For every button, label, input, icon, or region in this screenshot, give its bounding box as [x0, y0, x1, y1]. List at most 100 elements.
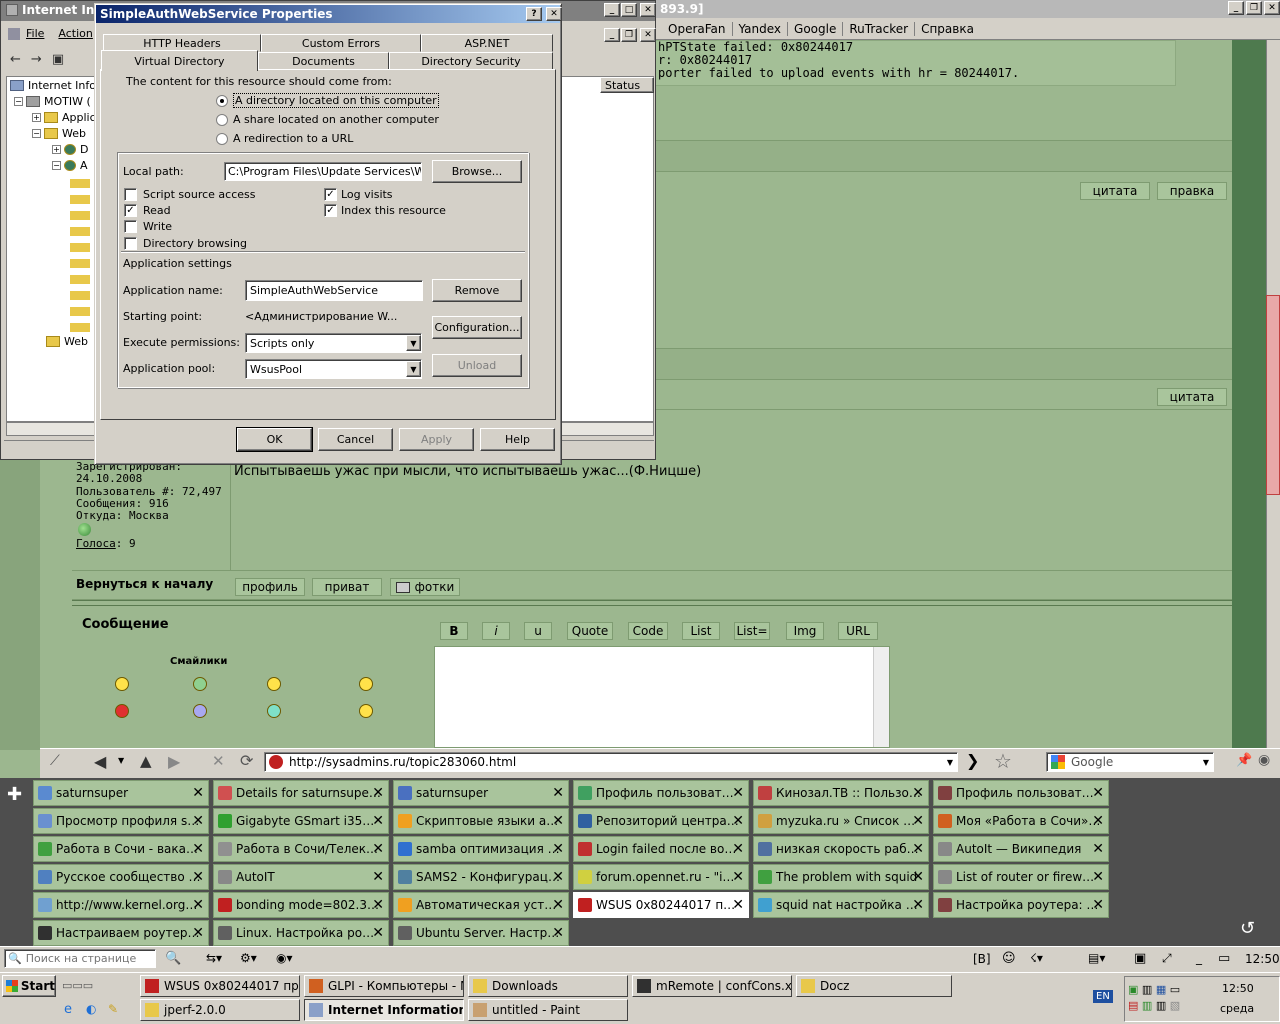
- dialog-help-button[interactable]: ?: [526, 7, 542, 21]
- ordered-list-button[interactable]: List=: [734, 622, 770, 640]
- tab-close-icon[interactable]: ✕: [192, 897, 204, 913]
- search-dropdown-icon[interactable]: ▼: [1203, 758, 1209, 767]
- tab-close-icon[interactable]: ✕: [552, 897, 564, 913]
- settings-icon[interactable]: ◉▾: [276, 951, 293, 965]
- browser-tab[interactable]: Details for saturnsuper -... ✕: [213, 780, 389, 806]
- browser-tab[interactable]: AutoIt — Википедия ✕: [933, 836, 1109, 862]
- history-dropdown-icon[interactable]: ▼: [118, 756, 124, 765]
- radio-redirect[interactable]: A redirection to a URL: [216, 132, 353, 145]
- wand-icon[interactable]: ⟋: [50, 753, 66, 769]
- collapse-icon[interactable]: −: [14, 96, 23, 106]
- tray-icon[interactable]: ▥: [1156, 999, 1166, 1012]
- app-pool-select[interactable]: WsusPool ▼: [245, 359, 422, 379]
- tab-close-icon[interactable]: ✕: [732, 813, 744, 829]
- img-tag-button[interactable]: Img: [786, 622, 824, 640]
- tree-app-pools[interactable]: + Applic: [32, 109, 96, 125]
- browser-tab[interactable]: Скриптовые языки адм... ✕: [393, 808, 569, 834]
- pin-icon[interactable]: 📌: [1236, 753, 1252, 768]
- iis-back-icon[interactable]: ←: [10, 52, 21, 67]
- taskbar-clock[interactable]: 12:50: [1222, 982, 1254, 995]
- find-search-icon[interactable]: 🔍: [165, 951, 181, 966]
- checkbox[interactable]: ✓: [124, 203, 137, 217]
- checkbox[interactable]: [124, 236, 137, 250]
- scrollbar-thumb[interactable]: [1266, 295, 1280, 495]
- tab-close-icon[interactable]: ✕: [372, 841, 384, 857]
- iis-close-button[interactable]: ✕: [640, 3, 656, 17]
- browser-tab[interactable]: Linux. Настройка роуте... ✕: [213, 920, 389, 946]
- unload-button[interactable]: Unload: [432, 354, 522, 377]
- browser-tab[interactable]: Gigabyte GSmart i350 - ... ✕: [213, 808, 389, 834]
- tab-close-icon[interactable]: ✕: [732, 869, 744, 885]
- tab-close-icon[interactable]: ✕: [912, 785, 924, 801]
- tab-documents[interactable]: Documents: [258, 52, 389, 70]
- sync-icon[interactable]: ⇆▾: [206, 951, 222, 965]
- tab-close-icon[interactable]: ✕: [372, 785, 384, 801]
- tab-close-icon[interactable]: ✕: [552, 925, 564, 941]
- radio-share[interactable]: A share located on another computer: [216, 113, 439, 126]
- smiley-icon[interactable]: [359, 704, 373, 718]
- dialog-close-button[interactable]: ✕: [546, 7, 562, 21]
- tab-close-icon[interactable]: ✕: [372, 813, 384, 829]
- tab-close-icon[interactable]: ✕: [732, 897, 744, 913]
- iis-child-restore-button[interactable]: ❐: [621, 28, 637, 42]
- browser-tab[interactable]: Работа в Сочи - вакансии ✕: [33, 836, 209, 862]
- iis-up-folder-icon[interactable]: ▣: [52, 52, 64, 67]
- apply-button[interactable]: Apply: [399, 428, 474, 451]
- find-input[interactable]: [25, 952, 144, 965]
- tree-site-admin[interactable]: − A: [52, 157, 88, 173]
- browser-tab[interactable]: http://www.kernel.org/d... ✕: [33, 892, 209, 918]
- browser-tab[interactable]: Работа в Сочи/Телеком... ✕: [213, 836, 389, 862]
- quote-button[interactable]: цитата: [1157, 388, 1227, 406]
- up-icon[interactable]: ▲: [140, 752, 152, 770]
- tab-close-icon[interactable]: ✕: [1092, 841, 1104, 857]
- tab-close-icon[interactable]: ✕: [1092, 785, 1104, 801]
- menu-operafan[interactable]: OperaFan: [662, 22, 733, 36]
- iis-maximize-button[interactable]: □: [621, 3, 637, 17]
- forward-icon[interactable]: ▶: [168, 752, 180, 771]
- browser-tab[interactable]: AutoIT ✕: [213, 864, 389, 890]
- iis-child-close-button[interactable]: ✕: [640, 28, 656, 42]
- quote-tag-button[interactable]: Quote: [567, 622, 613, 640]
- tab-close-icon[interactable]: ✕: [192, 813, 204, 829]
- iis-status-column-header[interactable]: Status: [600, 77, 654, 93]
- remove-button[interactable]: Remove: [432, 279, 522, 302]
- expand-icon[interactable]: +: [52, 144, 61, 154]
- check-script-source[interactable]: Script source access: [124, 186, 256, 202]
- tab-close-icon[interactable]: ✕: [192, 841, 204, 857]
- photos-button[interactable]: фотки: [390, 578, 460, 596]
- iis-minimize-button[interactable]: _: [604, 3, 620, 17]
- smiley-icon[interactable]: [267, 677, 281, 691]
- check-write[interactable]: Write: [124, 218, 256, 234]
- tray-icon[interactable]: ▣: [1128, 983, 1138, 996]
- tab-close-icon[interactable]: ✕: [912, 897, 924, 913]
- browser-tab[interactable]: SAMS2 - Конфигурацио... ✕: [393, 864, 569, 890]
- browser-tab[interactable]: Репозиторий центра сц... ✕: [573, 808, 749, 834]
- quote-button[interactable]: цитата: [1080, 182, 1150, 200]
- panels-icon[interactable]: ▤▾: [1088, 951, 1105, 965]
- dropdown-arrow-icon[interactable]: ▼: [406, 361, 421, 377]
- taskbar-button[interactable]: Internet Information ...: [304, 999, 464, 1021]
- eye-icon[interactable]: ◉: [1258, 752, 1270, 768]
- address-field[interactable]: http://sysadmins.ru/topic283060.html ▼: [264, 752, 958, 772]
- tree-server[interactable]: − MOTIW (: [14, 93, 91, 109]
- undo-close-icon[interactable]: ↺: [1240, 918, 1255, 939]
- minimize-status-icon[interactable]: _: [1196, 951, 1202, 965]
- code-tag-button[interactable]: Code: [628, 622, 668, 640]
- tab-close-icon[interactable]: ✕: [372, 897, 384, 913]
- browser-minimize-button[interactable]: _: [1228, 1, 1244, 15]
- edit-button[interactable]: правка: [1157, 182, 1227, 200]
- iis-forward-icon[interactable]: →: [31, 52, 42, 67]
- smiley-icon[interactable]: [115, 677, 129, 691]
- smiley-icon[interactable]: [193, 677, 207, 691]
- tab-close-icon[interactable]: ✕: [912, 813, 924, 829]
- taskbar-button[interactable]: jperf-2.0.0: [140, 999, 300, 1021]
- collapse-icon[interactable]: −: [52, 160, 61, 170]
- configuration-button[interactable]: Configuration...: [432, 316, 522, 339]
- checkbox[interactable]: [124, 219, 137, 233]
- browser-tab[interactable]: Ubuntu Server. Настраи... ✕: [393, 920, 569, 946]
- tab-close-icon[interactable]: ✕: [552, 841, 564, 857]
- tab-close-icon[interactable]: ✕: [192, 869, 204, 885]
- tab-close-icon[interactable]: ✕: [552, 813, 564, 829]
- browser-tab[interactable]: The problem with squid ✕: [753, 864, 929, 890]
- browser-tab[interactable]: Профиль пользователя... ✕: [933, 780, 1109, 806]
